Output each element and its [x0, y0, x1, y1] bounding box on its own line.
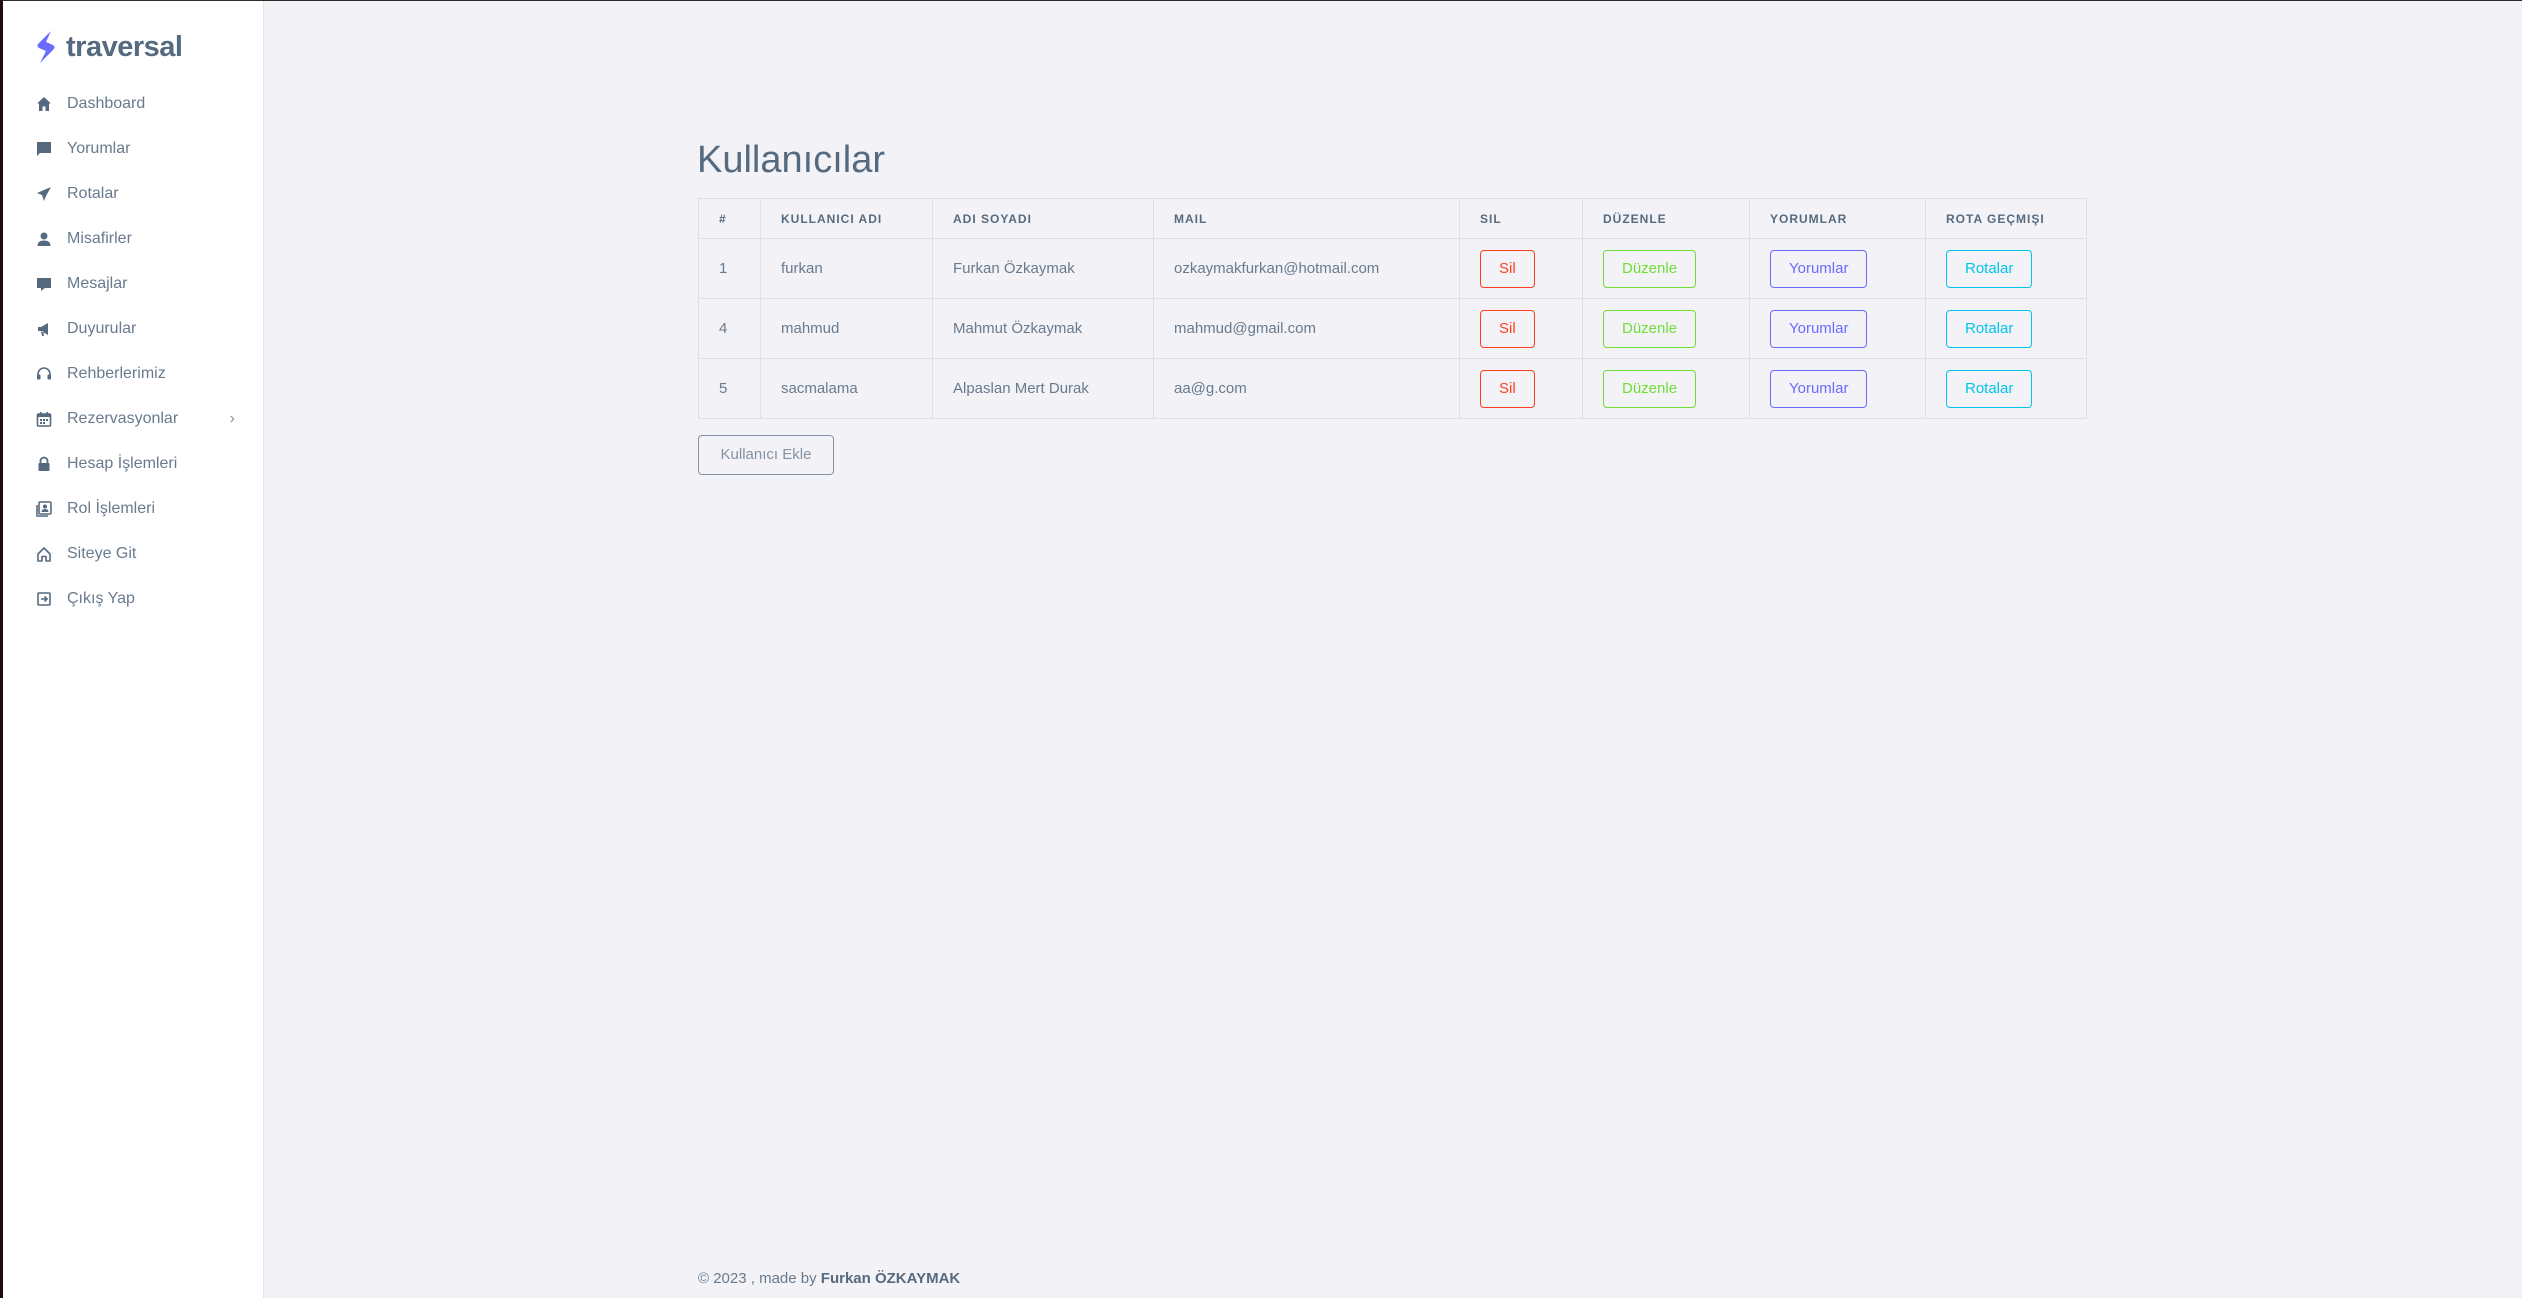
sidebar-item-duyurular[interactable]: Duyurular: [3, 306, 263, 351]
cell-mail: aa@g.com: [1153, 358, 1460, 419]
column-header-delete: SIL: [1459, 198, 1583, 239]
chevron-right-icon: ›: [229, 410, 235, 427]
sidebar-item-rol-islemleri[interactable]: Rol İşlemleri: [3, 486, 263, 531]
users-table: # KULLANICI ADI ADI SOYADI MAIL SIL DÜZE…: [698, 198, 2087, 419]
cell-delete: Sil: [1459, 358, 1583, 419]
sidebar-item-label: Hesap İşlemleri: [67, 454, 178, 472]
id-card-icon: [35, 500, 53, 518]
cell-routes: Rotalar: [1925, 358, 2087, 419]
cell-mail: ozkaymakfurkan@hotmail.com: [1153, 238, 1460, 299]
sidebar-item-hesap-islemleri[interactable]: Hesap İşlemleri: [3, 441, 263, 486]
cell-comments: Yorumlar: [1749, 298, 1926, 359]
message-icon: [35, 275, 53, 293]
footer: © 2023 , made by Furkan ÖZKAYMAK: [698, 1270, 960, 1287]
sidebar-item-label: Siteye Git: [67, 544, 137, 562]
cell-delete: Sil: [1459, 298, 1583, 359]
plane-icon: [35, 185, 53, 203]
column-header-username: KULLANICI ADI: [760, 198, 933, 239]
sidebar-item-misafirler[interactable]: Misafirler: [3, 216, 263, 261]
cell-edit: Düzenle: [1582, 238, 1750, 299]
brand-name: traversal: [66, 30, 183, 63]
sidebar-menu: Dashboard Yorumlar Rotalar Misafirler Me…: [3, 81, 263, 621]
column-header-id: #: [698, 198, 761, 239]
chat-icon: [35, 140, 53, 158]
cell-username: mahmud: [760, 298, 933, 359]
column-header-route-history: ROTA GEÇMIŞI: [1925, 198, 2087, 239]
cell-id: 5: [698, 358, 761, 419]
routes-button[interactable]: Rotalar: [1946, 309, 2033, 348]
sidebar-item-label: Duyurular: [67, 319, 137, 337]
sidebar-item-label: Mesajlar: [67, 274, 128, 292]
delete-button[interactable]: Sil: [1480, 309, 1535, 348]
sidebar-item-label: Misafirler: [67, 229, 132, 247]
column-header-edit: DÜZENLE: [1582, 198, 1750, 239]
cell-fullname: Furkan Özkaymak: [932, 238, 1154, 299]
routes-button[interactable]: Rotalar: [1946, 249, 2033, 288]
table-row: 1 furkan Furkan Özkaymak ozkaymakfurkan@…: [698, 238, 2087, 299]
house-outline-icon: [35, 545, 53, 563]
home-icon: [35, 95, 53, 113]
table-header-row: # KULLANICI ADI ADI SOYADI MAIL SIL DÜZE…: [698, 198, 2087, 239]
edit-button[interactable]: Düzenle: [1603, 309, 1697, 348]
cell-fullname: Mahmut Özkaymak: [932, 298, 1154, 359]
sidebar-item-yorumlar[interactable]: Yorumlar: [3, 126, 263, 171]
sidebar-item-dashboard[interactable]: Dashboard: [3, 81, 263, 126]
footer-author-link[interactable]: Furkan ÖZKAYMAK: [821, 1270, 960, 1287]
footer-text: © 2023 , made by: [698, 1270, 821, 1287]
page-title: Kullanıcılar: [697, 139, 885, 181]
window-top-border: [0, 0, 2522, 1]
table-row: 4 mahmud Mahmut Özkaymak mahmud@gmail.co…: [698, 298, 2087, 359]
comments-button[interactable]: Yorumlar: [1770, 249, 1868, 288]
add-user-button[interactable]: Kullanıcı Ekle: [698, 435, 834, 475]
column-header-comments: YORUMLAR: [1749, 198, 1926, 239]
sidebar-item-label: Dashboard: [67, 94, 146, 112]
sidebar-item-label: Yorumlar: [67, 139, 131, 157]
sidebar-item-rehberlerimiz[interactable]: Rehberlerimiz: [3, 351, 263, 396]
cell-mail: mahmud@gmail.com: [1153, 298, 1460, 359]
delete-button[interactable]: Sil: [1480, 249, 1535, 288]
sidebar-item-rotalar[interactable]: Rotalar: [3, 171, 263, 216]
sidebar-item-mesajlar[interactable]: Mesajlar: [3, 261, 263, 306]
cell-id: 1: [698, 238, 761, 299]
cell-comments: Yorumlar: [1749, 238, 1926, 299]
edit-button[interactable]: Düzenle: [1603, 249, 1697, 288]
cell-edit: Düzenle: [1582, 298, 1750, 359]
megaphone-icon: [35, 320, 53, 338]
cell-comments: Yorumlar: [1749, 358, 1926, 419]
sidebar-item-label: Rol İşlemleri: [67, 499, 156, 517]
headset-icon: [35, 365, 53, 383]
cell-fullname: Alpaslan Mert Durak: [932, 358, 1154, 419]
cell-id: 4: [698, 298, 761, 359]
column-header-fullname: ADI SOYADI: [932, 198, 1154, 239]
sidebar-item-label: Rehberlerimiz: [67, 364, 166, 382]
calendar-icon: [35, 410, 53, 428]
edit-button[interactable]: Düzenle: [1603, 369, 1697, 408]
table-row: 5 sacmalama Alpaslan Mert Durak aa@g.com…: [698, 358, 2087, 419]
brand-logo-icon: [37, 31, 55, 63]
cell-delete: Sil: [1459, 238, 1583, 299]
delete-button[interactable]: Sil: [1480, 369, 1535, 408]
sidebar-item-rezervasyonlar[interactable]: Rezervasyonlar ›: [3, 396, 263, 441]
sidebar-item-siteye-git[interactable]: Siteye Git: [3, 531, 263, 576]
cell-routes: Rotalar: [1925, 238, 2087, 299]
user-icon: [35, 230, 53, 248]
comments-button[interactable]: Yorumlar: [1770, 369, 1868, 408]
cell-username: sacmalama: [760, 358, 933, 419]
sidebar-item-label: Rezervasyonlar: [67, 409, 179, 427]
sidebar: traversal Dashboard Yorumlar Rotalar Mis…: [3, 1, 264, 1298]
logout-icon: [35, 590, 53, 608]
sidebar-item-label: Çıkış Yap: [67, 589, 135, 607]
cell-routes: Rotalar: [1925, 298, 2087, 359]
sidebar-item-cikis-yap[interactable]: Çıkış Yap: [3, 576, 263, 621]
sidebar-item-label: Rotalar: [67, 184, 119, 202]
brand[interactable]: traversal: [34, 29, 183, 65]
column-header-mail: MAIL: [1153, 198, 1460, 239]
lock-icon: [35, 455, 53, 473]
comments-button[interactable]: Yorumlar: [1770, 309, 1868, 348]
cell-edit: Düzenle: [1582, 358, 1750, 419]
cell-username: furkan: [760, 238, 933, 299]
routes-button[interactable]: Rotalar: [1946, 369, 2033, 408]
